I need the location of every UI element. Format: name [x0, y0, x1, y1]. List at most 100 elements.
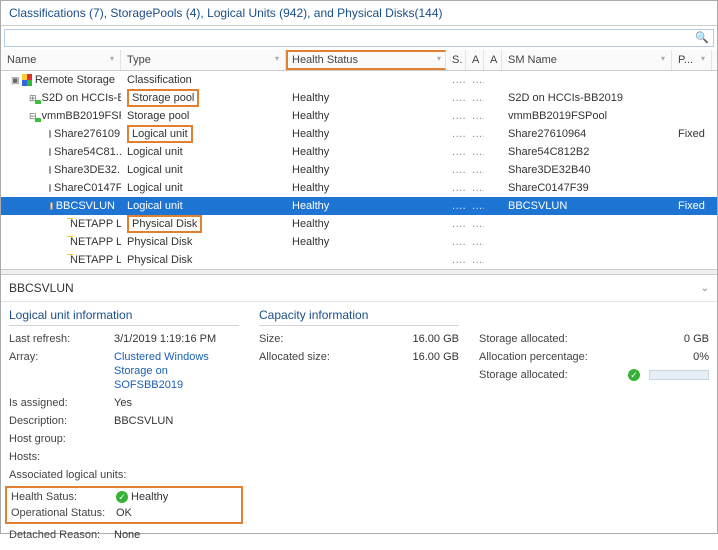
- row-type: Physical Disk: [121, 215, 286, 233]
- table-row[interactable]: ⊟vmmBB2019FSP...Storage poolHealthy.....…: [1, 107, 717, 125]
- row-s: ...: [446, 218, 466, 230]
- col-type[interactable]: Type▾: [121, 50, 286, 70]
- row-sm: Share3DE32B40: [502, 164, 672, 176]
- row-s: ...: [446, 74, 466, 86]
- health-status-label: Health Satus:: [11, 490, 116, 504]
- table-row[interactable]: ▣Remote StorageClassification......: [1, 71, 717, 89]
- row-health: Healthy: [286, 218, 446, 230]
- row-name: Share54C81...: [54, 146, 121, 158]
- op-status-value: OK: [116, 506, 237, 520]
- storage-alloc2-label: Storage allocated:: [479, 368, 609, 382]
- row-s: ...: [446, 182, 466, 194]
- col-p[interactable]: P...▾: [672, 50, 712, 70]
- row-health: Healthy: [286, 146, 446, 158]
- row-a: ...: [466, 254, 484, 266]
- row-a: ...: [466, 182, 484, 194]
- row-name: S2D on HCCIs-B...: [42, 92, 121, 104]
- row-name: ShareC0147F...: [54, 182, 121, 194]
- row-health: Healthy: [286, 128, 446, 140]
- row-s: ...: [446, 164, 466, 176]
- alloc-label: Allocated size:: [259, 350, 364, 364]
- hosts-label: Hosts:: [9, 450, 114, 464]
- row-name: NETAPP LUN...: [70, 236, 121, 248]
- row-name: NETAPP LUN...: [70, 218, 121, 230]
- row-health: Healthy: [286, 110, 446, 122]
- row-a: ...: [466, 110, 484, 122]
- row-a: ...: [466, 236, 484, 248]
- remote-icon: [22, 74, 32, 86]
- table-row[interactable]: ⊞S2D on HCCIs-B...Storage poolHealthy...…: [1, 89, 717, 107]
- op-status-label: Operational Status:: [11, 506, 116, 520]
- row-type: Logical unit: [121, 146, 286, 158]
- assoc-label: Associated logical units:: [9, 468, 169, 482]
- row-type: Physical Disk: [121, 236, 286, 248]
- array-label: Array:: [9, 350, 114, 392]
- disk-icon: [49, 184, 51, 192]
- logical-unit-header: Logical unit information: [9, 308, 239, 326]
- disk-icon: [50, 202, 53, 210]
- search-input[interactable]: 🔍: [4, 29, 714, 47]
- row-p: Fixed: [672, 200, 712, 212]
- col-name[interactable]: Name▾: [1, 50, 121, 70]
- row-sm: Share27610964: [502, 128, 672, 140]
- table-row[interactable]: BBCSVLUNLogical unitHealthy......BBCSVLU…: [1, 197, 717, 215]
- detail-body: Logical unit information Last refresh:3/…: [1, 302, 717, 550]
- chevron-down-icon: ⌄: [701, 283, 709, 294]
- check-icon: ✓: [628, 369, 640, 381]
- table-row[interactable]: NETAPP LUN...Physical DiskHealthy......: [1, 233, 717, 251]
- array-link[interactable]: Clustered Windows Storage on SOFSBB2019: [114, 350, 239, 392]
- col-s[interactable]: S.: [446, 50, 466, 70]
- row-name: vmmBB2019FSP...: [42, 110, 121, 122]
- row-type: Classification: [121, 74, 286, 86]
- row-health: Healthy: [286, 182, 446, 194]
- row-type: Logical unit: [121, 125, 286, 143]
- disk-icon: [49, 166, 51, 174]
- row-s: ...: [446, 92, 466, 104]
- desc-label: Description:: [9, 414, 114, 428]
- detached-value: None: [114, 528, 239, 542]
- row-name: NETAPP LUN...: [70, 254, 121, 266]
- row-a: ...: [466, 164, 484, 176]
- last-refresh-value: 3/1/2019 1:19:16 PM: [114, 332, 239, 346]
- row-a: ...: [466, 128, 484, 140]
- window-title: Classifications (7), StoragePools (4), L…: [1, 1, 717, 26]
- table-row[interactable]: NETAPP LUN...Physical Disk......: [1, 251, 717, 269]
- row-sm: S2D on HCCIs-BB2019: [502, 92, 672, 104]
- table-row[interactable]: Share54C81...Logical unitHealthy......Sh…: [1, 143, 717, 161]
- col-a2[interactable]: A: [484, 50, 502, 70]
- row-sm: ShareC0147F39: [502, 182, 672, 194]
- expand-icon[interactable]: ▣: [11, 75, 20, 86]
- detail-title-bar[interactable]: BBCSVLUN ⌄: [1, 275, 717, 302]
- row-type: Logical unit: [121, 200, 286, 212]
- storage-alloc-value: 0 GB: [609, 332, 709, 346]
- row-name: BBCSVLUN: [56, 200, 115, 212]
- search-icon: 🔍: [695, 31, 709, 44]
- row-s: ...: [446, 128, 466, 140]
- col-health[interactable]: Health Status▾: [286, 50, 446, 70]
- table-row[interactable]: Share276109...Logical unitHealthy......S…: [1, 125, 717, 143]
- row-a: ...: [466, 218, 484, 230]
- table-row[interactable]: Share3DE32...Logical unitHealthy......Sh…: [1, 161, 717, 179]
- col-a1[interactable]: A: [466, 50, 484, 70]
- row-p: Fixed: [672, 128, 712, 140]
- row-a: ...: [466, 200, 484, 212]
- table-row[interactable]: ShareC0147F...Logical unitHealthy...... S…: [1, 179, 717, 197]
- column-headers: Name▾ Type▾ Health Status▾ S. A A SM Nam…: [1, 50, 717, 71]
- health-status-value: ✓Healthy: [116, 490, 237, 504]
- row-type: Logical unit: [121, 182, 286, 194]
- row-health: Healthy: [286, 236, 446, 248]
- alloc-value: 16.00 GB: [364, 350, 459, 364]
- row-type: Physical Disk: [121, 254, 286, 266]
- row-health: Healthy: [286, 92, 446, 104]
- row-type: Storage pool: [121, 110, 286, 122]
- row-s: ...: [446, 146, 466, 158]
- last-refresh-label: Last refresh:: [9, 332, 114, 346]
- detached-label: Detached Reason:: [9, 528, 114, 542]
- alloc-pct-value: 0%: [609, 350, 709, 364]
- size-label: Size:: [259, 332, 364, 346]
- row-s: ...: [446, 110, 466, 122]
- col-smname[interactable]: SM Name▾: [502, 50, 672, 70]
- table-row[interactable]: NETAPP LUN...Physical DiskHealthy......: [1, 215, 717, 233]
- row-name: Remote Storage: [35, 74, 115, 86]
- assigned-label: Is assigned:: [9, 396, 114, 410]
